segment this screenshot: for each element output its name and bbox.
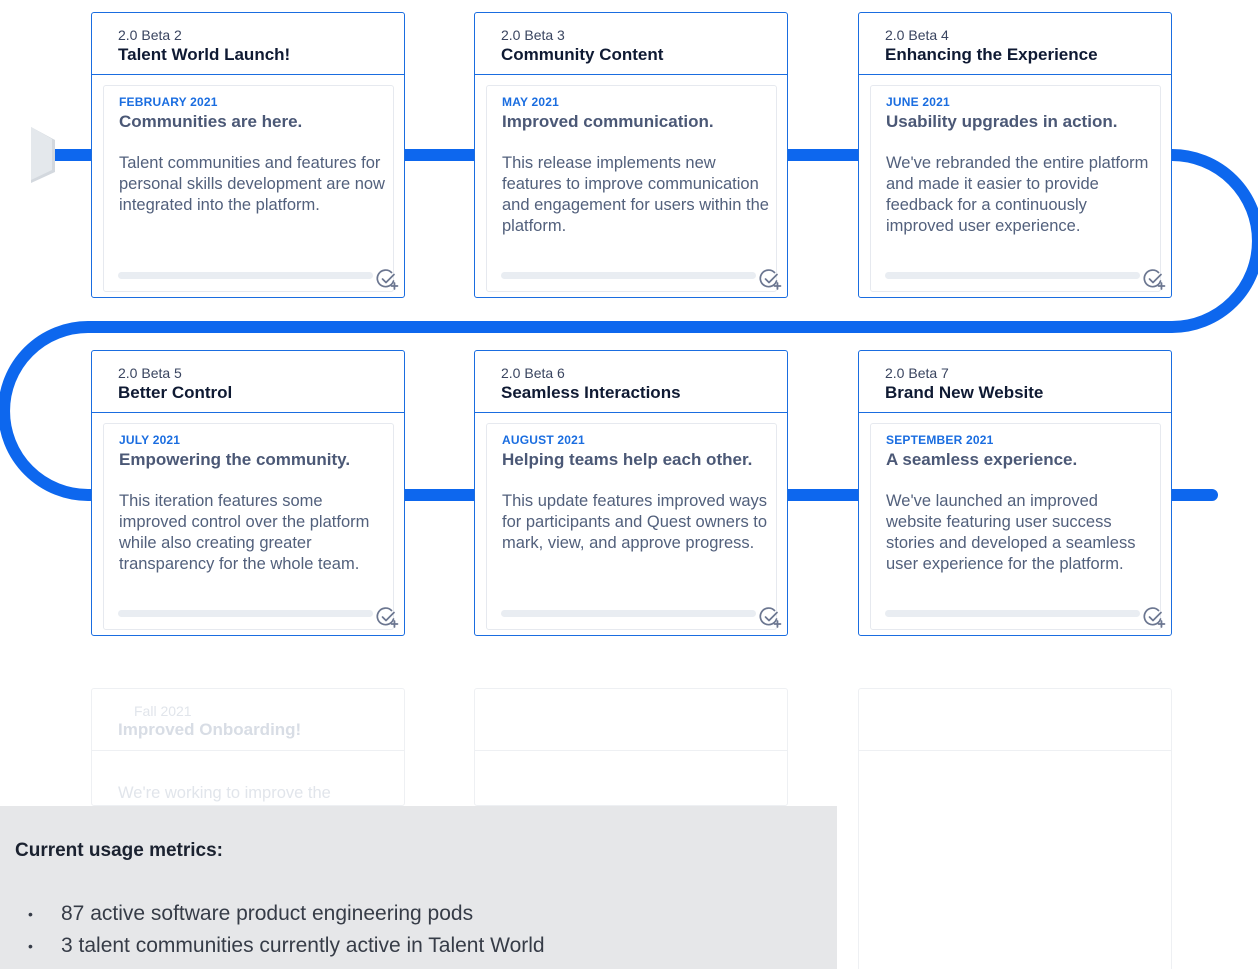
timeline-start-marker	[31, 127, 55, 183]
card-header	[475, 689, 787, 751]
card-description: We're working to improve the	[118, 784, 331, 802]
card-title: Community Content	[501, 45, 664, 64]
card-header: 2.0 Beta 6 Seamless Interactions	[475, 351, 787, 413]
metrics-list: 87 active software product engineering p…	[0, 898, 545, 962]
card-headline: Empowering the community.	[119, 450, 351, 469]
check-plus-icon[interactable]	[1142, 605, 1166, 629]
check-plus-icon[interactable]	[758, 267, 782, 291]
card-header: 2.0 Beta 7 Brand New Website	[859, 351, 1171, 413]
card-header: 2.0 Beta 4 Enhancing the Experience	[859, 13, 1171, 75]
card-version: 2.0 Beta 6	[501, 365, 565, 381]
card-body: AUGUST 2021 Helping teams help each othe…	[486, 423, 782, 630]
card-body: JUNE 2021 Usability upgrades in action. …	[870, 85, 1166, 292]
metrics-title: Current usage metrics:	[15, 840, 224, 861]
card-description: This update features improved ways for p…	[502, 492, 768, 552]
card-version: Fall 2021	[134, 703, 192, 719]
release-card-beta-3[interactable]: 2.0 Beta 3 Community Content MAY 2021 Im…	[474, 12, 788, 298]
upcoming-release-card: Fall 2021 Improved Onboarding! We're wor…	[91, 688, 405, 806]
card-date: AUGUST 2021	[502, 433, 585, 447]
card-body: FEBRUARY 2021 Communities are here. Tale…	[103, 85, 399, 292]
metrics-item: 87 active software product engineering p…	[0, 898, 545, 930]
card-headline: Usability upgrades in action.	[886, 112, 1118, 131]
card-headline: Communities are here.	[119, 112, 303, 131]
card-header: 2.0 Beta 2 Talent World Launch!	[92, 13, 404, 75]
card-date: FEBRUARY 2021	[119, 95, 218, 109]
card-description: We've launched an improved website featu…	[886, 492, 1136, 573]
card-title: Enhancing the Experience	[885, 45, 1098, 64]
card-version: 2.0 Beta 5	[118, 365, 182, 381]
release-card-beta-6[interactable]: 2.0 Beta 6 Seamless Interactions AUGUST …	[474, 350, 788, 636]
card-title: Seamless Interactions	[501, 383, 681, 402]
card-progress-bar	[501, 272, 756, 279]
check-plus-icon[interactable]	[375, 605, 399, 629]
check-plus-icon[interactable]	[758, 605, 782, 629]
card-header: 2.0 Beta 3 Community Content	[475, 13, 787, 75]
card-description: This release implements new features to …	[502, 154, 769, 235]
card-version: 2.0 Beta 4	[885, 27, 949, 43]
card-title: Improved Onboarding!	[118, 720, 302, 739]
card-header	[859, 689, 1171, 751]
card-description: This iteration features some improved co…	[119, 492, 370, 573]
card-version: 2.0 Beta 2	[118, 27, 182, 43]
release-card-beta-5[interactable]: 2.0 Beta 5 Better Control JULY 2021 Empo…	[91, 350, 405, 636]
card-date: SEPTEMBER 2021	[886, 433, 994, 447]
placeholder-card	[858, 688, 1172, 969]
release-card-beta-4[interactable]: 2.0 Beta 4 Enhancing the Experience JUNE…	[858, 12, 1172, 298]
check-plus-icon[interactable]	[375, 267, 399, 291]
card-body: MAY 2021 Improved communication. This re…	[486, 85, 782, 292]
card-title: Talent World Launch!	[118, 45, 291, 64]
card-description: Talent communities and features for pers…	[119, 154, 385, 214]
card-progress-bar	[885, 272, 1140, 279]
card-version: 2.0 Beta 3	[501, 27, 565, 43]
card-headline: Helping teams help each other.	[502, 450, 753, 469]
card-progress-bar	[118, 272, 373, 279]
card-header: 2.0 Beta 5 Better Control	[92, 351, 404, 413]
card-headline: Improved communication.	[502, 112, 714, 131]
card-body: JULY 2021 Empowering the community. This…	[103, 423, 399, 630]
card-body: SEPTEMBER 2021 A seamless experience. We…	[870, 423, 1166, 630]
check-plus-icon[interactable]	[1142, 267, 1166, 291]
metrics-item: 3 talent communities currently active in…	[0, 930, 545, 962]
card-date: JUNE 2021	[886, 95, 950, 109]
card-progress-bar	[501, 610, 756, 617]
card-description: We've rebranded the entire platform and …	[886, 154, 1149, 235]
card-date: JULY 2021	[119, 433, 181, 447]
placeholder-card	[474, 688, 788, 806]
card-title: Brand New Website	[885, 383, 1044, 402]
release-card-beta-7[interactable]: 2.0 Beta 7 Brand New Website SEPTEMBER 2…	[858, 350, 1172, 636]
card-date: MAY 2021	[502, 95, 559, 109]
card-title: Better Control	[118, 383, 233, 402]
card-header: Fall 2021 Improved Onboarding!	[92, 689, 404, 751]
card-headline: A seamless experience.	[886, 450, 1078, 469]
card-version: 2.0 Beta 7	[885, 365, 949, 381]
card-progress-bar	[885, 610, 1140, 617]
card-progress-bar	[118, 610, 373, 617]
release-card-beta-2[interactable]: 2.0 Beta 2 Talent World Launch! FEBRUARY…	[91, 12, 405, 298]
usage-metrics-panel: Current usage metrics: 87 active softwar…	[0, 806, 837, 969]
